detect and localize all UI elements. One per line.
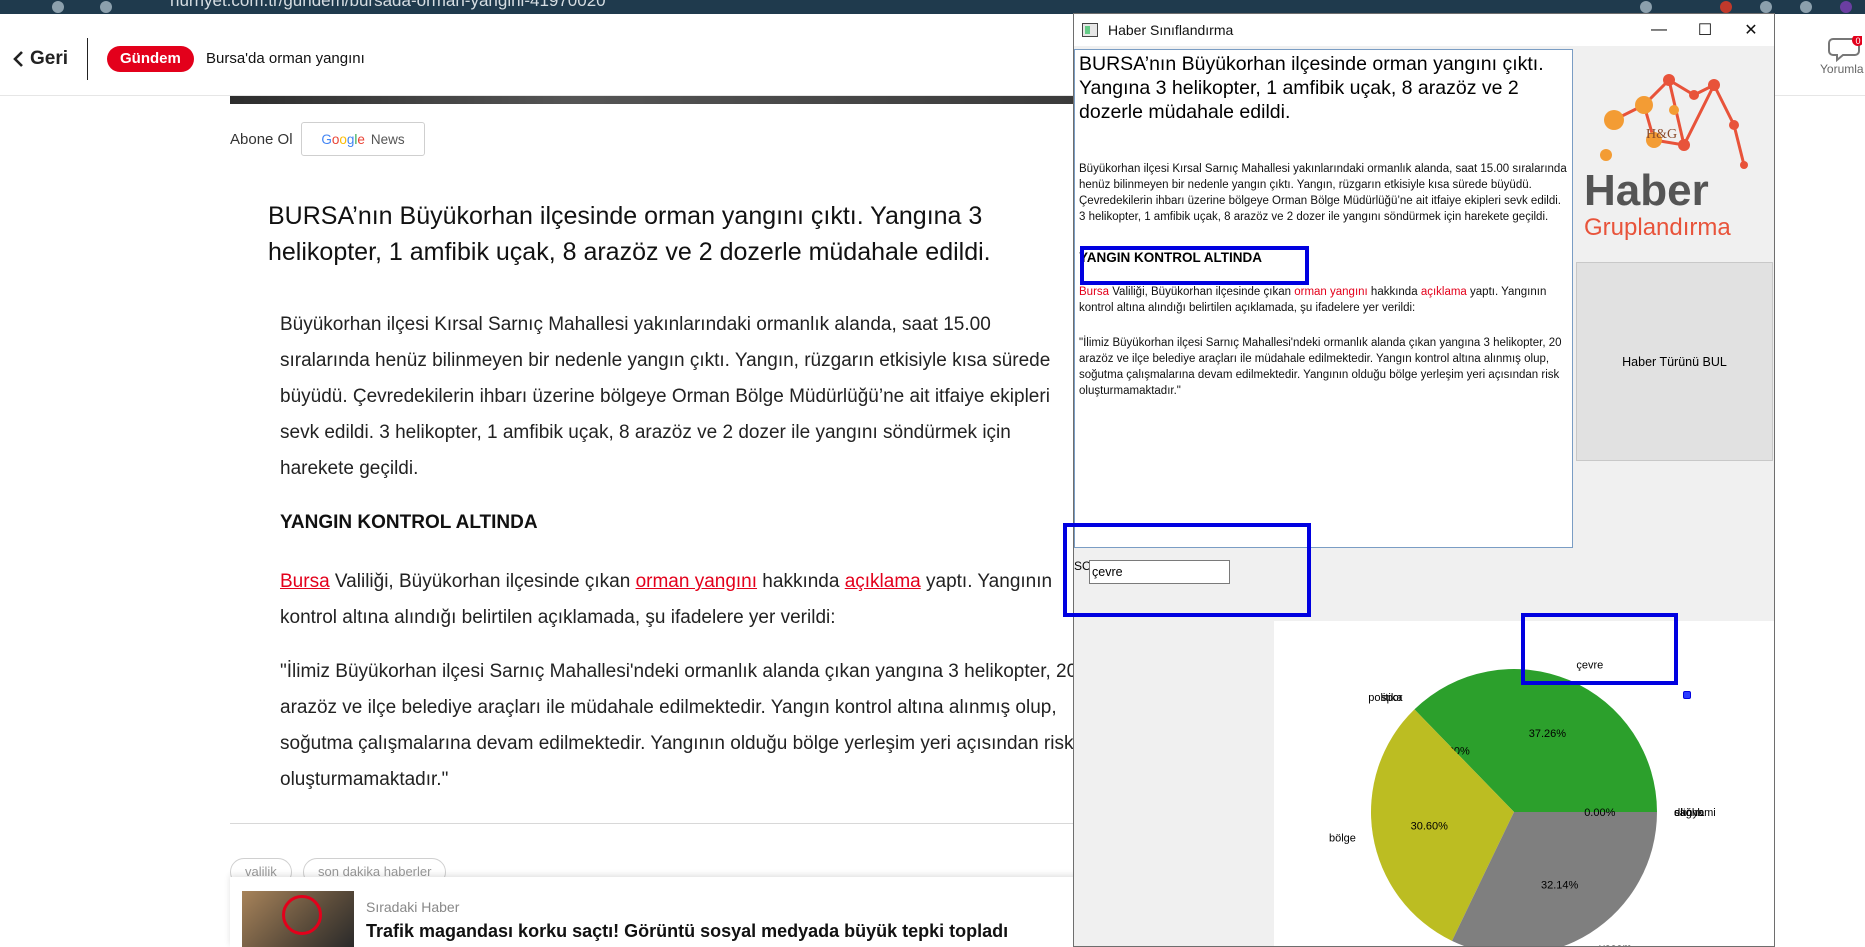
pie-label-4: yaşam (1599, 943, 1631, 947)
article-lead: BURSA’nın Büyükorhan ilçesinde orman yan… (268, 202, 991, 266)
header-title: Bursa'da orman yangını (206, 50, 365, 67)
news-label: News (370, 131, 405, 147)
next-news-label: Sıradaki Haber (366, 899, 460, 915)
haber-gruplandirma-logo: H&G Haber Gruplandırma (1574, 50, 1774, 260)
google-news-button[interactable]: Google News (301, 122, 425, 156)
back-button[interactable]: Geri (12, 48, 68, 70)
news-text-area[interactable]: BURSA’nın Büyükorhan ilçesinde orman yan… (1074, 49, 1573, 548)
pie-percent-3: 30.60% (1411, 821, 1449, 833)
link-bursa[interactable]: Bursa (280, 571, 330, 592)
text-area-quote: "İlimiz Büyükorhan ilçesi Sarnıç Mahalle… (1079, 337, 1562, 397)
profile-avatar[interactable] (1840, 1, 1852, 13)
resize-handle[interactable] (1683, 691, 1691, 699)
next-news-title[interactable]: Trafik magandası korku saçtı! Görüntü so… (366, 921, 1008, 942)
app-title: Haber Sınıflandırma (1108, 22, 1234, 38)
reload-icon[interactable] (100, 1, 112, 13)
next-news-thumbnail (242, 891, 354, 947)
app-window-icon (1082, 23, 1098, 37)
minimize-button[interactable]: — (1636, 14, 1682, 46)
comments-label: Yorumla (1820, 62, 1864, 76)
pie-label-2: spor (1381, 692, 1403, 704)
svg-text:Haber: Haber (1584, 166, 1709, 215)
extension-icon[interactable] (1640, 1, 1652, 13)
text-area-paragraph: Büyükorhan ilçesi Kırsal Sarnıç Mahalles… (1079, 163, 1567, 223)
category-badge[interactable]: Gündem (107, 46, 194, 72)
article-subheading: YANGIN KONTROL ALTINDA (280, 512, 538, 533)
classification-app-window: Haber Sınıflandırma — ☐ ✕ BURSA’nın Büyü… (1073, 13, 1775, 947)
text-area-paragraph: Bursa Valiliği, Büyükorhan ilçesinde çık… (1079, 286, 1547, 314)
pie-percent-4: 32.14% (1541, 880, 1579, 892)
pie-label-7: sağlık (1674, 807, 1703, 819)
browser-toolbar: hurriyet.com.tr/gundem/bursada-orman-yan… (0, 0, 1865, 14)
svg-text:Gruplandırma: Gruplandırma (1584, 214, 1731, 241)
pie-percent-0: 37.26% (1529, 728, 1567, 740)
forward-icon[interactable] (52, 1, 64, 13)
find-news-type-button[interactable]: Haber Türünü BUL (1576, 262, 1773, 461)
svg-text:H&G: H&G (1646, 127, 1677, 142)
highlight-box-result (1063, 523, 1311, 617)
article-paragraph: Büyükorhan ilçesi Kırsal Sarnıç Mahalles… (280, 314, 1051, 479)
header-divider (87, 38, 88, 80)
back-label: Geri (30, 48, 69, 69)
chevron-left-icon (13, 51, 23, 67)
link-orman-yangini[interactable]: orman yangını (636, 571, 757, 592)
hero-image-bottom (230, 96, 1090, 104)
next-news-card[interactable]: Sıradaki Haber Trafik magandası korku sa… (230, 877, 1110, 947)
highlight-box-top-label (1521, 613, 1678, 685)
subscribe-label: Abone Ol (230, 131, 293, 148)
article-paragraph: Bursa Valiliği, Büyükorhan ilçesinde çık… (280, 571, 1053, 628)
article-quote: "İlimiz Büyükorhan ilçesi Sarnıç Mahalle… (280, 661, 1078, 790)
puzzle-icon[interactable] (1760, 1, 1772, 13)
pie-label-3: bölge (1329, 833, 1356, 845)
divider (230, 823, 1090, 824)
maximize-button[interactable]: ☐ (1682, 14, 1728, 46)
app-titlebar[interactable]: Haber Sınıflandırma — ☐ ✕ (1074, 14, 1774, 46)
text-area-lead: BURSA’nın Büyükorhan ilçesinde orman yan… (1079, 53, 1544, 123)
pie-percent-5: 0.00% (1584, 807, 1615, 819)
link-aciklama[interactable]: açıklama (845, 571, 921, 592)
highlight-box-heading (1080, 246, 1309, 285)
highlight-ring (282, 895, 322, 935)
address-bar[interactable]: hurriyet.com.tr/gundem/bursada-orman-yan… (170, 0, 606, 11)
google-wordmark: Google (321, 131, 365, 147)
comments-button[interactable]: 0 Yorumla (1820, 36, 1865, 76)
comment-icon: 0 (1828, 36, 1862, 62)
close-button[interactable]: ✕ (1728, 14, 1774, 46)
svg-text:0: 0 (1855, 36, 1860, 46)
menu-icon[interactable] (1800, 1, 1812, 13)
notification-icon[interactable] (1720, 1, 1732, 13)
